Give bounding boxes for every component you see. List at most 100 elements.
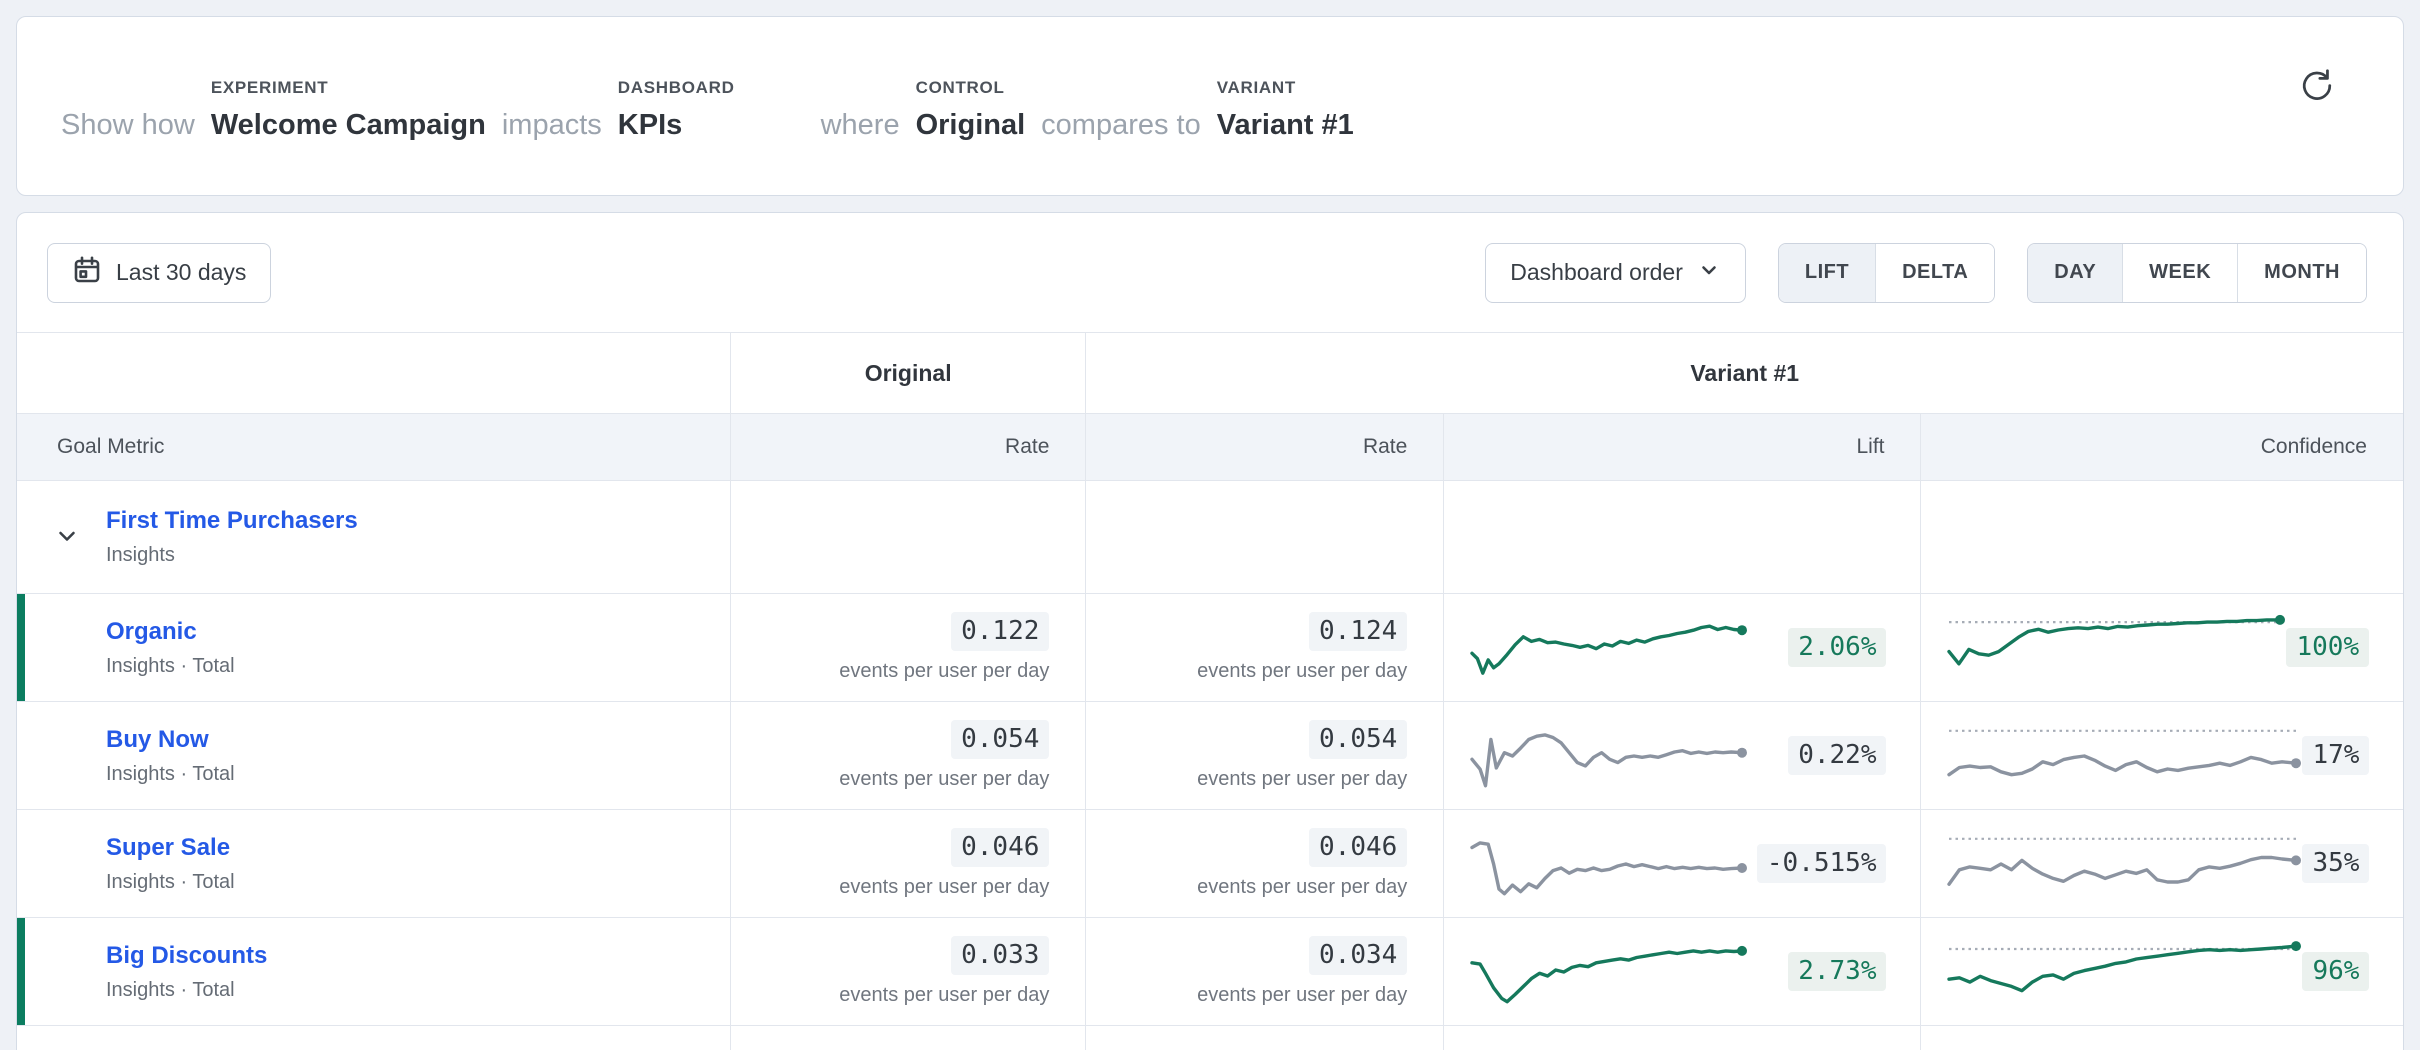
metric-subtitle: Insights · Total	[106, 655, 730, 678]
group-name-link[interactable]: First Time Purchasers	[106, 507, 358, 535]
sentence-segment: Show how	[61, 110, 195, 140]
metric-name-link[interactable]: Buy Now	[106, 726, 209, 754]
variant-rate-cell: 0.054 events per user per day	[1086, 702, 1444, 810]
lift-value: 0.22%	[1788, 736, 1886, 775]
empty-cell	[17, 1026, 730, 1050]
variant-rate-cell: 0.046 events per user per day	[1086, 810, 1444, 918]
confidence-value: 17%	[2302, 736, 2369, 775]
confidence-column-header: Confidence	[1921, 414, 2403, 481]
collapse-group-button[interactable]	[47, 517, 87, 557]
dashboard-order-dropdown[interactable]: Dashboard order	[1485, 243, 1746, 303]
column-header-row: Goal Metric Rate Rate Lift Confidence	[17, 414, 2403, 481]
control-label: CONTROL	[916, 78, 1026, 98]
lift-cell: 2.73%	[1444, 918, 1921, 1026]
lift-column-header: Lift	[1444, 414, 1921, 481]
metric-name-cell: Buy Now Insights · Total	[17, 702, 730, 810]
metric-name-link[interactable]: Big Discounts	[106, 942, 267, 970]
confidence-sparkline	[1943, 714, 2302, 798]
confidence-cell: 17%	[1921, 702, 2403, 810]
rate-unit-label: events per user per day	[1086, 876, 1407, 899]
control-selector[interactable]: CONTROL Original	[916, 78, 1026, 140]
lift-delta-toggle: LIFT DELTA	[1778, 243, 1995, 303]
sentence-text: compares to	[1041, 110, 1201, 140]
table-row: Buy Now Insights · Total 0.054 events pe…	[17, 702, 2403, 810]
confidence-cell: 96%	[1921, 918, 2403, 1026]
variant-value: Variant #1	[1217, 110, 1354, 140]
metric-name-link[interactable]: Super Sale	[106, 834, 230, 862]
significance-stripe	[17, 918, 25, 1025]
week-toggle-button[interactable]: WEEK	[2122, 244, 2237, 302]
variant-rate-cell: 0.124 events per user per day	[1086, 594, 1444, 702]
day-toggle-button[interactable]: DAY	[2028, 244, 2122, 302]
variant-rate-value: 0.124	[1309, 612, 1407, 651]
refresh-button[interactable]	[2297, 67, 2337, 107]
rate-unit-label: events per user per day	[731, 660, 1050, 683]
control-rate-cell: 0.046 events per user per day	[730, 810, 1086, 918]
control-rate-cell: 0.054 events per user per day	[730, 702, 1086, 810]
sentence-segment: compares to	[1041, 110, 1201, 140]
dashboard-label: DASHBOARD	[618, 78, 735, 98]
lift-value: 2.06%	[1788, 628, 1886, 667]
control-rate-value: 0.122	[951, 612, 1049, 651]
lift-toggle-button[interactable]: LIFT	[1779, 244, 1875, 302]
dashboard-order-label: Dashboard order	[1510, 259, 1683, 286]
lift-sparkline	[1466, 933, 1748, 1011]
table-row-partial	[17, 1026, 2403, 1050]
results-table: Original Variant #1 Goal Metric Rate Rat…	[17, 332, 2403, 1050]
variant-label: VARIANT	[1217, 78, 1354, 98]
table-row: Organic Insights · Total 0.122 events pe…	[17, 594, 2403, 702]
confidence-value: 35%	[2302, 844, 2369, 883]
experiment-summary-card: Show how EXPERIMENT Welcome Campaign imp…	[16, 16, 2404, 196]
control-value: Original	[916, 110, 1026, 140]
experiment-selector[interactable]: EXPERIMENT Welcome Campaign	[211, 78, 486, 140]
control-group-header: Original	[730, 333, 1086, 414]
rate-unit-label: events per user per day	[731, 768, 1050, 791]
control-rate-value: 0.054	[951, 720, 1049, 759]
dashboard-value: KPIs	[618, 110, 735, 140]
toolbar-right: Dashboard order LIFT DELTA DAY WEEK MONT…	[1485, 243, 2367, 303]
control-rate-cell: 0.033 events per user per day	[730, 918, 1086, 1026]
variant-rate-value: 0.054	[1309, 720, 1407, 759]
lift-cell: -0.515%	[1444, 810, 1921, 918]
metric-name-link[interactable]: Organic	[106, 618, 197, 646]
metric-subtitle: Insights · Total	[106, 979, 730, 1002]
variant-selector[interactable]: VARIANT Variant #1	[1217, 78, 1354, 140]
confidence-sparkline	[1943, 606, 2286, 690]
rate-unit-label: events per user per day	[731, 984, 1050, 1007]
month-toggle-button[interactable]: MONTH	[2237, 244, 2366, 302]
empty-header-cell	[17, 333, 730, 414]
date-range-button[interactable]: Last 30 days	[47, 243, 271, 303]
results-card: Last 30 days Dashboard order LIFT DELTA …	[16, 212, 2404, 1050]
goal-metric-column-header: Goal Metric	[17, 414, 730, 481]
control-rate-value: 0.033	[951, 936, 1049, 975]
control-rate-value: 0.046	[951, 828, 1049, 867]
confidence-cell: 100%	[1921, 594, 2403, 702]
control-rate-column-header: Rate	[730, 414, 1086, 481]
confidence-value: 96%	[2302, 952, 2369, 991]
calendar-icon	[72, 255, 102, 291]
confidence-sparkline	[1943, 822, 2302, 906]
experiment-sentence: Show how EXPERIMENT Welcome Campaign imp…	[61, 78, 1370, 140]
metric-subtitle: Insights · Total	[106, 763, 730, 786]
sentence-segment: impacts	[502, 110, 602, 140]
significance-stripe	[17, 594, 25, 701]
lift-value: 2.73%	[1788, 952, 1886, 991]
dashboard-selector[interactable]: DASHBOARD KPIs	[618, 78, 735, 140]
variant-rate-column-header: Rate	[1086, 414, 1444, 481]
lift-cell: 0.22%	[1444, 702, 1921, 810]
sentence-segment: where	[821, 110, 900, 140]
variant-rate-value: 0.046	[1309, 828, 1407, 867]
sentence-text: where	[821, 110, 900, 140]
delta-toggle-button[interactable]: DELTA	[1875, 244, 1994, 302]
empty-cell	[1444, 481, 1921, 594]
refresh-icon	[2298, 67, 2336, 108]
metric-name-cell: Super Sale Insights · Total	[17, 810, 730, 918]
confidence-value: 100%	[2286, 628, 2369, 667]
experiment-value: Welcome Campaign	[211, 110, 486, 140]
empty-cell	[1086, 481, 1444, 594]
rate-unit-label: events per user per day	[731, 876, 1050, 899]
table-group-row: First Time Purchasers Insights	[17, 481, 2403, 594]
metric-subtitle: Insights · Total	[106, 871, 730, 894]
metric-name-cell: Organic Insights · Total	[17, 594, 730, 702]
empty-cell	[1921, 481, 2403, 594]
